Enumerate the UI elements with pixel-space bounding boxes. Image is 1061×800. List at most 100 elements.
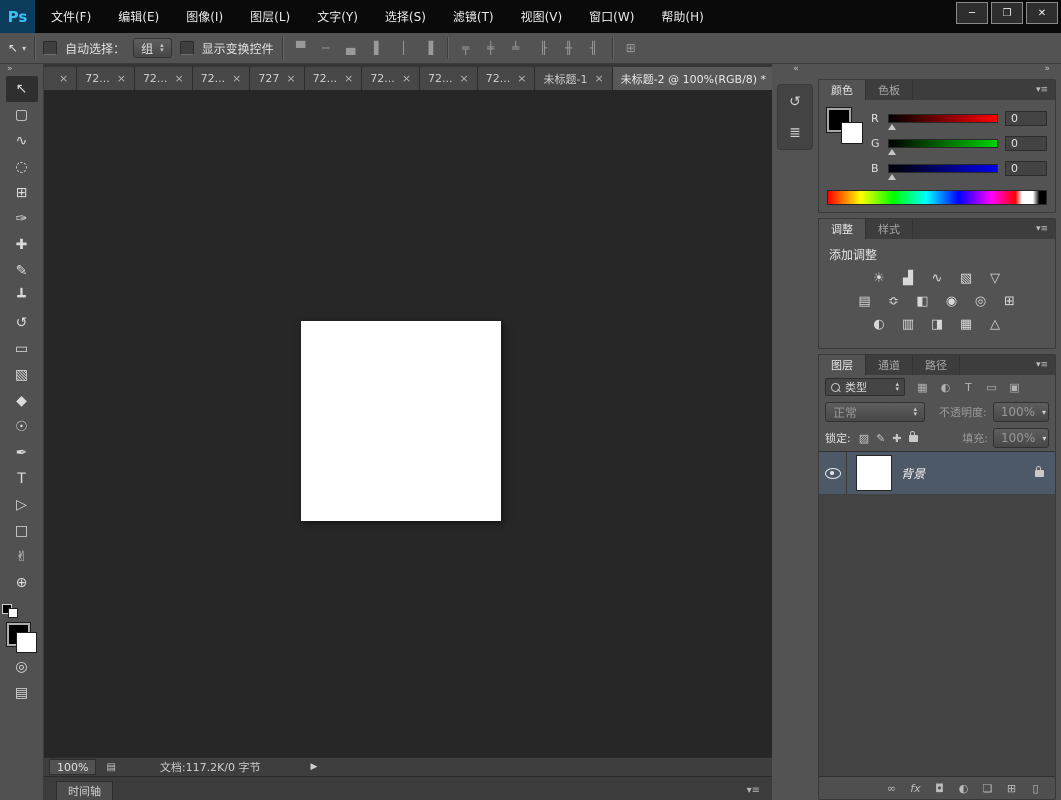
tab-adjustments[interactable]: 调整 — [819, 219, 866, 239]
blue-slider[interactable] — [888, 164, 998, 173]
tool-rectangle[interactable]: □ — [6, 518, 38, 544]
document-tab[interactable]: 72... × — [305, 67, 363, 90]
distribute-hcenter-icon[interactable]: ╫ — [559, 38, 579, 58]
auto-select-checkbox[interactable] — [43, 41, 57, 55]
slider-thumb[interactable] — [888, 124, 896, 130]
tool-preset-picker[interactable]: ↖ ▾ — [8, 41, 26, 55]
close-icon[interactable]: × — [344, 72, 353, 85]
minimize-button[interactable]: ─ — [956, 2, 988, 24]
collapse-panels-icon[interactable]: » — [818, 64, 1056, 79]
close-icon[interactable]: × — [232, 72, 241, 85]
lock-pixels-icon[interactable]: ✎ — [876, 432, 885, 445]
distribute-top-icon[interactable]: ╤ — [456, 38, 476, 58]
history-panel-icon[interactable]: ↺ — [781, 89, 809, 114]
background-color[interactable] — [16, 632, 37, 653]
close-icon[interactable]: × — [594, 72, 603, 85]
tool-pen[interactable]: ✒ — [6, 440, 38, 466]
brightness-contrast-icon[interactable]: ☀ — [870, 271, 888, 286]
quick-mask-button[interactable]: ◎ — [6, 654, 38, 680]
color-lookup-icon[interactable]: ⊞ — [1001, 294, 1019, 309]
status-options-icon[interactable]: ▶ — [311, 762, 318, 772]
menu-view[interactable]: 视图(V) — [521, 8, 563, 25]
document-canvas[interactable] — [301, 321, 501, 521]
tab-swatches[interactable]: 色板 — [866, 80, 913, 100]
close-icon[interactable]: × — [402, 72, 411, 85]
show-transform-checkbox[interactable] — [180, 41, 194, 55]
align-bottom-icon[interactable]: ▄ — [341, 38, 361, 58]
layer-group-icon[interactable]: ❏ — [981, 782, 994, 795]
slider-thumb[interactable] — [888, 174, 896, 180]
align-top-icon[interactable]: ▀ — [291, 38, 311, 58]
zoom-level-field[interactable]: 100% — [49, 759, 96, 775]
green-slider[interactable] — [888, 139, 998, 148]
properties-panel-icon[interactable]: ≣ — [781, 120, 809, 145]
layer-effects-icon[interactable]: fx — [909, 782, 922, 795]
lock-position-icon[interactable]: ✚ — [892, 432, 901, 445]
document-tab[interactable]: 72... × — [478, 67, 536, 90]
tools-collapse-icon[interactable]: » — [0, 64, 43, 76]
menu-type[interactable]: 文字(Y) — [317, 8, 358, 25]
invert-icon[interactable]: ◐ — [870, 317, 888, 332]
lock-transparency-icon[interactable]: ▨ — [859, 432, 869, 445]
curves-icon[interactable]: ∿ — [928, 271, 946, 286]
posterize-icon[interactable]: ▥ — [899, 317, 917, 332]
tool-eyedropper[interactable]: ✑ — [6, 206, 38, 232]
screen-mode-button[interactable]: ▤ — [6, 680, 38, 706]
threshold-icon[interactable]: ◨ — [928, 317, 946, 332]
tool-move[interactable]: ↖ — [6, 76, 38, 102]
color-balance-icon[interactable]: ≎ — [885, 294, 903, 309]
document-tab[interactable]: 72... × — [193, 67, 251, 90]
tool-history-brush[interactable]: ↺ — [6, 310, 38, 336]
link-layers-icon[interactable]: ∞ — [885, 782, 898, 795]
align-vcenter-icon[interactable]: ─ — [316, 38, 336, 58]
gradient-map-icon[interactable]: ▦ — [957, 317, 975, 332]
filter-shape-layers-icon[interactable]: ▭ — [982, 378, 1001, 396]
auto-align-layers-icon[interactable]: ⊞ — [621, 38, 641, 58]
tool-hand[interactable]: ✌ — [6, 544, 38, 570]
document-tab[interactable]: × — [44, 67, 77, 90]
tool-lasso[interactable]: ∿ — [6, 128, 38, 154]
panel-menu-icon[interactable]: ▾≡ — [1036, 80, 1055, 100]
black-white-icon[interactable]: ◧ — [914, 294, 932, 309]
tab-styles[interactable]: 样式 — [866, 219, 913, 239]
menu-window[interactable]: 窗口(W) — [589, 8, 634, 25]
foreground-background-swatch[interactable] — [6, 622, 38, 654]
layer-mask-icon[interactable]: ◘ — [933, 782, 946, 795]
adjustment-layer-icon[interactable]: ◐ — [957, 782, 970, 795]
menu-help[interactable]: 帮助(H) — [661, 8, 703, 25]
opacity-dropdown[interactable]: 100% ▾ — [993, 402, 1049, 422]
panel-menu-icon[interactable]: ▾≡ — [1036, 219, 1055, 239]
menu-file[interactable]: 文件(F) — [51, 8, 91, 25]
tab-layers[interactable]: 图层 — [819, 355, 866, 375]
close-icon[interactable]: × — [174, 72, 183, 85]
photo-filter-icon[interactable]: ◉ — [943, 294, 961, 309]
layer-filter-dropdown[interactable]: 类型 ▴ ▾ — [825, 378, 905, 396]
document-tab[interactable]: 72... × — [77, 67, 135, 90]
align-right-icon[interactable]: ▐ — [419, 38, 439, 58]
distribute-left-icon[interactable]: ╟ — [534, 38, 554, 58]
red-slider[interactable] — [888, 114, 998, 123]
blue-value-field[interactable]: 0 — [1005, 161, 1047, 176]
tool-blur[interactable]: ◆ — [6, 388, 38, 414]
tool-gradient[interactable]: ▧ — [6, 362, 38, 388]
menu-select[interactable]: 选择(S) — [385, 8, 426, 25]
levels-icon[interactable]: ▟ — [899, 271, 917, 286]
close-icon[interactable]: × — [117, 72, 126, 85]
filter-type-layers-icon[interactable]: T — [959, 378, 978, 396]
tool-eraser[interactable]: ▭ — [6, 336, 38, 362]
hue-saturation-icon[interactable]: ▤ — [856, 294, 874, 309]
delete-layer-icon[interactable]: ▯ — [1029, 782, 1042, 795]
new-layer-icon[interactable]: ⊞ — [1005, 782, 1018, 795]
distribute-right-icon[interactable]: ╢ — [584, 38, 604, 58]
tool-type[interactable]: T — [6, 466, 38, 492]
tool-dodge[interactable]: ☉ — [6, 414, 38, 440]
selective-color-icon[interactable]: △ — [986, 317, 1004, 332]
align-left-icon[interactable]: ▌ — [369, 38, 389, 58]
color-spectrum-ramp[interactable] — [827, 190, 1047, 205]
document-tab[interactable]: 727 × — [250, 67, 304, 90]
document-tab[interactable]: 72... × — [135, 67, 193, 90]
filter-pixel-layers-icon[interactable]: ▦ — [913, 378, 932, 396]
expand-panels-icon[interactable]: « — [772, 64, 818, 78]
eye-icon[interactable] — [825, 468, 841, 479]
timeline-menu-icon[interactable]: ▾≡ — [747, 785, 760, 800]
